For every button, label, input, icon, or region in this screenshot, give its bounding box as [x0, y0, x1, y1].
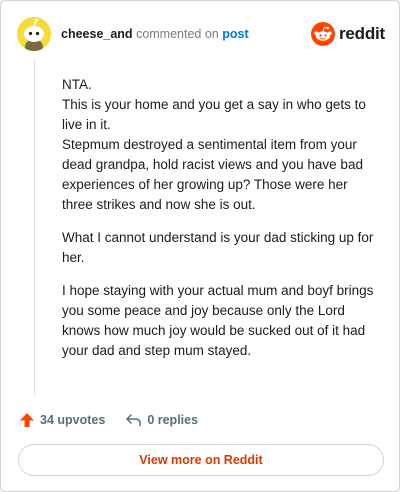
comment-meta: cheese_and commented on post	[61, 27, 249, 41]
comment-line: Stepmum destroyed a sentimental item fro…	[62, 137, 363, 212]
upvote-button[interactable]: 34 upvotes	[19, 412, 105, 428]
comment-line: I hope staying with your actual mum and …	[62, 283, 374, 358]
replies-button[interactable]: 0 replies	[125, 412, 198, 428]
snoo-avatar-icon[interactable]	[17, 17, 51, 51]
upvote-count: 34 upvotes	[40, 413, 106, 427]
comment-line: This is your home and you get a say in w…	[62, 97, 366, 132]
comment-header: cheese_and commented on post reddit	[17, 15, 387, 55]
comment-paragraph: NTA. This is your home and you get a say…	[62, 75, 382, 215]
reddit-brand[interactable]: reddit	[310, 21, 385, 47]
upvote-arrow-icon	[20, 413, 34, 427]
comment-line: NTA.	[62, 77, 92, 92]
comment-body: NTA. This is your home and you get a say…	[62, 75, 382, 374]
reply-arrow-icon	[126, 414, 142, 427]
reply-count: 0 replies	[147, 413, 199, 427]
comment-paragraph: I hope staying with your actual mum and …	[62, 281, 382, 361]
username[interactable]: cheese_and	[61, 27, 133, 41]
comment-paragraph: What I cannot understand is your dad sti…	[62, 228, 382, 268]
commented-on-text: commented on	[136, 27, 219, 41]
comment-actions: 34 upvotes 0 replies	[19, 409, 198, 431]
reddit-wordmark: reddit	[338, 24, 385, 43]
view-more-button[interactable]: View more on Reddit	[18, 444, 384, 476]
comment-card: cheese_and commented on post reddit NTA.	[0, 0, 400, 492]
thread-line	[34, 59, 35, 395]
reddit-logo-icon	[310, 22, 335, 46]
comment-line: What I cannot understand is your dad sti…	[62, 230, 374, 265]
post-link[interactable]: post	[222, 27, 248, 41]
